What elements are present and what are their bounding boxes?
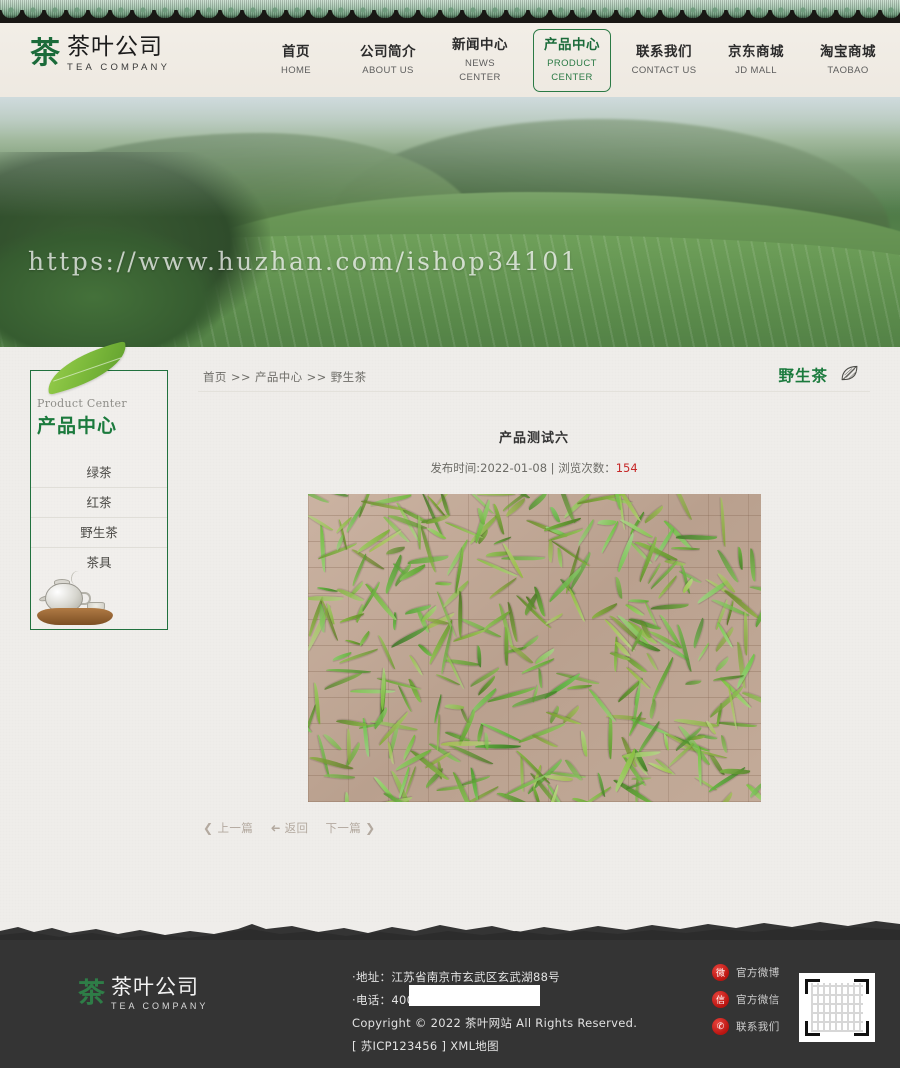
section-title: 野生茶	[778, 367, 828, 385]
nav-item-label-en: ABOUT US	[362, 64, 414, 76]
banner-haze	[0, 97, 900, 217]
nav-item-contact-us[interactable]: 联系我们 CONTACT US	[625, 36, 703, 85]
prev-link[interactable]: ❮ 上一篇	[203, 820, 253, 836]
prev-arrow-icon: ❮	[203, 821, 214, 835]
breadcrumb[interactable]: 首页 >> 产品中心 >> 野生茶	[203, 369, 366, 385]
nav-item-label-en: NEWS CENTER	[459, 57, 501, 83]
footer-icp[interactable]: [ 苏ICP123456 ] XML地图	[352, 1035, 637, 1058]
qr-inner	[805, 979, 869, 1036]
decorative-top-border	[0, 0, 900, 23]
qr-corner-bl	[805, 1021, 820, 1036]
nav-item-label-en: TAOBAO	[827, 64, 869, 76]
next-arrow-icon: ❯	[365, 821, 376, 835]
nav-item-taobao[interactable]: 淘宝商城 TAOBAO	[809, 36, 887, 85]
main-area: Product Center 产品中心 绿茶 红茶 野生茶 茶具 首页 >> 产品中心…	[0, 341, 900, 922]
product-meta: 发布时间:2022-01-08 | 浏览次数：154	[198, 460, 870, 476]
footer-social-item-2[interactable]: 信官方微信	[712, 991, 780, 1008]
nav-item-about-us[interactable]: 公司简介 ABOUT US	[349, 36, 427, 85]
main-navigation: 首页 HOME 公司简介 ABOUT US 新闻中心 NEWS CENTER 产品中心 PRO…	[250, 23, 894, 97]
nav-item-label-en: CONTACT US	[631, 64, 697, 76]
back-link[interactable]: ➜ 返回	[270, 820, 308, 836]
prev-label: 上一篇	[217, 821, 254, 835]
nav-item-label-cn: 联系我们	[636, 43, 692, 60]
footer-social-item-1[interactable]: 微官方微博	[712, 964, 780, 981]
logo-text: 茶叶公司 TEA COMPANY	[67, 35, 170, 73]
nav-item-label-cn: 公司简介	[360, 43, 416, 60]
logo-name-cn: 茶叶公司	[67, 34, 163, 60]
next-label: 下一篇	[325, 821, 362, 835]
footer-copyright: Copyright © 2022 茶叶网站 All Rights Reserve…	[352, 1016, 638, 1030]
back-label: 返回	[284, 821, 309, 835]
footer-contact-info: ·地址：江苏省南京市玄武区玄武湖88号 ·电话：400-88 dmin.com …	[352, 966, 637, 1058]
logo-mark-icon: 茶	[30, 36, 60, 72]
qr-corner-tr	[854, 979, 869, 994]
social-label-3: 联系我们	[736, 1021, 780, 1033]
article-pager: ❮ 上一篇 ➜ 返回 下一篇 ❯	[203, 820, 870, 836]
product-title: 产品测试六	[498, 431, 569, 446]
footer-social-list: 微官方微博信官方微信 ✆ 联系我们	[712, 964, 780, 1045]
logo-name-en: TEA COMPANY	[67, 62, 171, 74]
qr-corner-br	[854, 1021, 869, 1036]
sidebar-category-1[interactable]: 绿茶	[31, 458, 167, 488]
footer-logo-mark-icon: 茶	[78, 978, 105, 1010]
footer-logo[interactable]: 茶 茶叶公司 TEA COMPANY	[78, 976, 208, 1011]
footer-social-item-3[interactable]: ✆ 联系我们	[712, 1018, 780, 1035]
back-arrow-icon: ➜	[270, 821, 281, 835]
product-image[interactable]	[307, 494, 761, 802]
sidebar-category-list: 绿茶 红茶 野生茶 茶具	[31, 458, 167, 577]
sidebar-title-cn: 产品中心	[37, 415, 118, 437]
nav-item-label-en: JD MALL	[735, 64, 777, 76]
page-root: 茶 茶叶公司 TEA COMPANY 首页 HOME 公司简介 ABOUT US 新闻中…	[0, 0, 900, 1068]
qr-code	[799, 973, 875, 1042]
sidebar-category-2[interactable]: 红茶	[31, 488, 167, 518]
social-label-2: 官方微信	[736, 994, 780, 1006]
nav-item-label-cn: 首页	[282, 43, 310, 60]
nav-item-news-center[interactable]: 新闻中心 NEWS CENTER	[441, 29, 519, 92]
hero-banner: https://www.huzhan.com/ishop34101	[0, 97, 900, 347]
nav-item-label-cn: 新闻中心	[452, 36, 508, 53]
site-logo[interactable]: 茶 茶叶公司 TEA COMPANY	[30, 35, 170, 73]
sidebar-title-en: Product Center	[37, 397, 127, 410]
section-leaf-icon	[841, 365, 858, 381]
qr-corner-tl	[805, 979, 820, 994]
banner-watermark: https://www.huzhan.com/ishop34101	[28, 247, 580, 276]
next-link[interactable]: 下一篇 ❯	[325, 820, 375, 836]
nav-item-label-en: HOME	[280, 64, 312, 76]
nav-item-label-en: PRODUCT CENTER	[547, 57, 597, 83]
social-icon-2: 信	[712, 991, 729, 1008]
social-label-1: 官方微博	[736, 967, 780, 979]
nav-item-product-center[interactable]: 产品中心 PRODUCT CENTER	[533, 28, 611, 92]
product-meta-text: 发布时间:2022-01-08 | 浏览次数：	[430, 461, 616, 475]
lace-dots	[0, 4, 900, 16]
nav-item-label-cn: 淘宝商城	[820, 43, 876, 60]
product-view-count: 154	[615, 461, 638, 475]
sidebar-category-3[interactable]: 野生茶	[31, 518, 167, 548]
banner-bush-left-lower	[0, 227, 220, 347]
redaction-box	[409, 985, 540, 1006]
breadcrumb-bar: 首页 >> 产品中心 >> 野生茶 野生茶	[198, 347, 870, 392]
footer-logo-text: 茶叶公司 TEA COMPANY	[111, 976, 208, 1011]
social-icon-1: 微	[712, 964, 729, 981]
footer-logo-name-cn: 茶叶公司	[111, 975, 199, 999]
nav-item-home[interactable]: 首页 HOME	[257, 36, 335, 85]
content-column: 首页 >> 产品中心 >> 野生茶 野生茶 产品测试六 发布时间:2022-01…	[198, 347, 870, 836]
product-sidebar: Product Center 产品中心 绿茶 红茶 野生茶 茶具	[30, 370, 168, 630]
nav-item-jd-mall[interactable]: 京东商城 JD MALL	[717, 36, 795, 85]
social-icon-3: ✆	[712, 1018, 729, 1035]
nav-item-label-cn: 京东商城	[728, 43, 784, 60]
teapot-tray	[37, 608, 113, 625]
footer-logo-name-en: TEA COMPANY	[111, 1001, 209, 1012]
teapot-illustration	[37, 569, 113, 625]
nav-item-label-cn: 产品中心	[544, 36, 600, 53]
site-header: 茶 茶叶公司 TEA COMPANY 首页 HOME 公司简介 ABOUT US 新闻中…	[0, 23, 900, 97]
